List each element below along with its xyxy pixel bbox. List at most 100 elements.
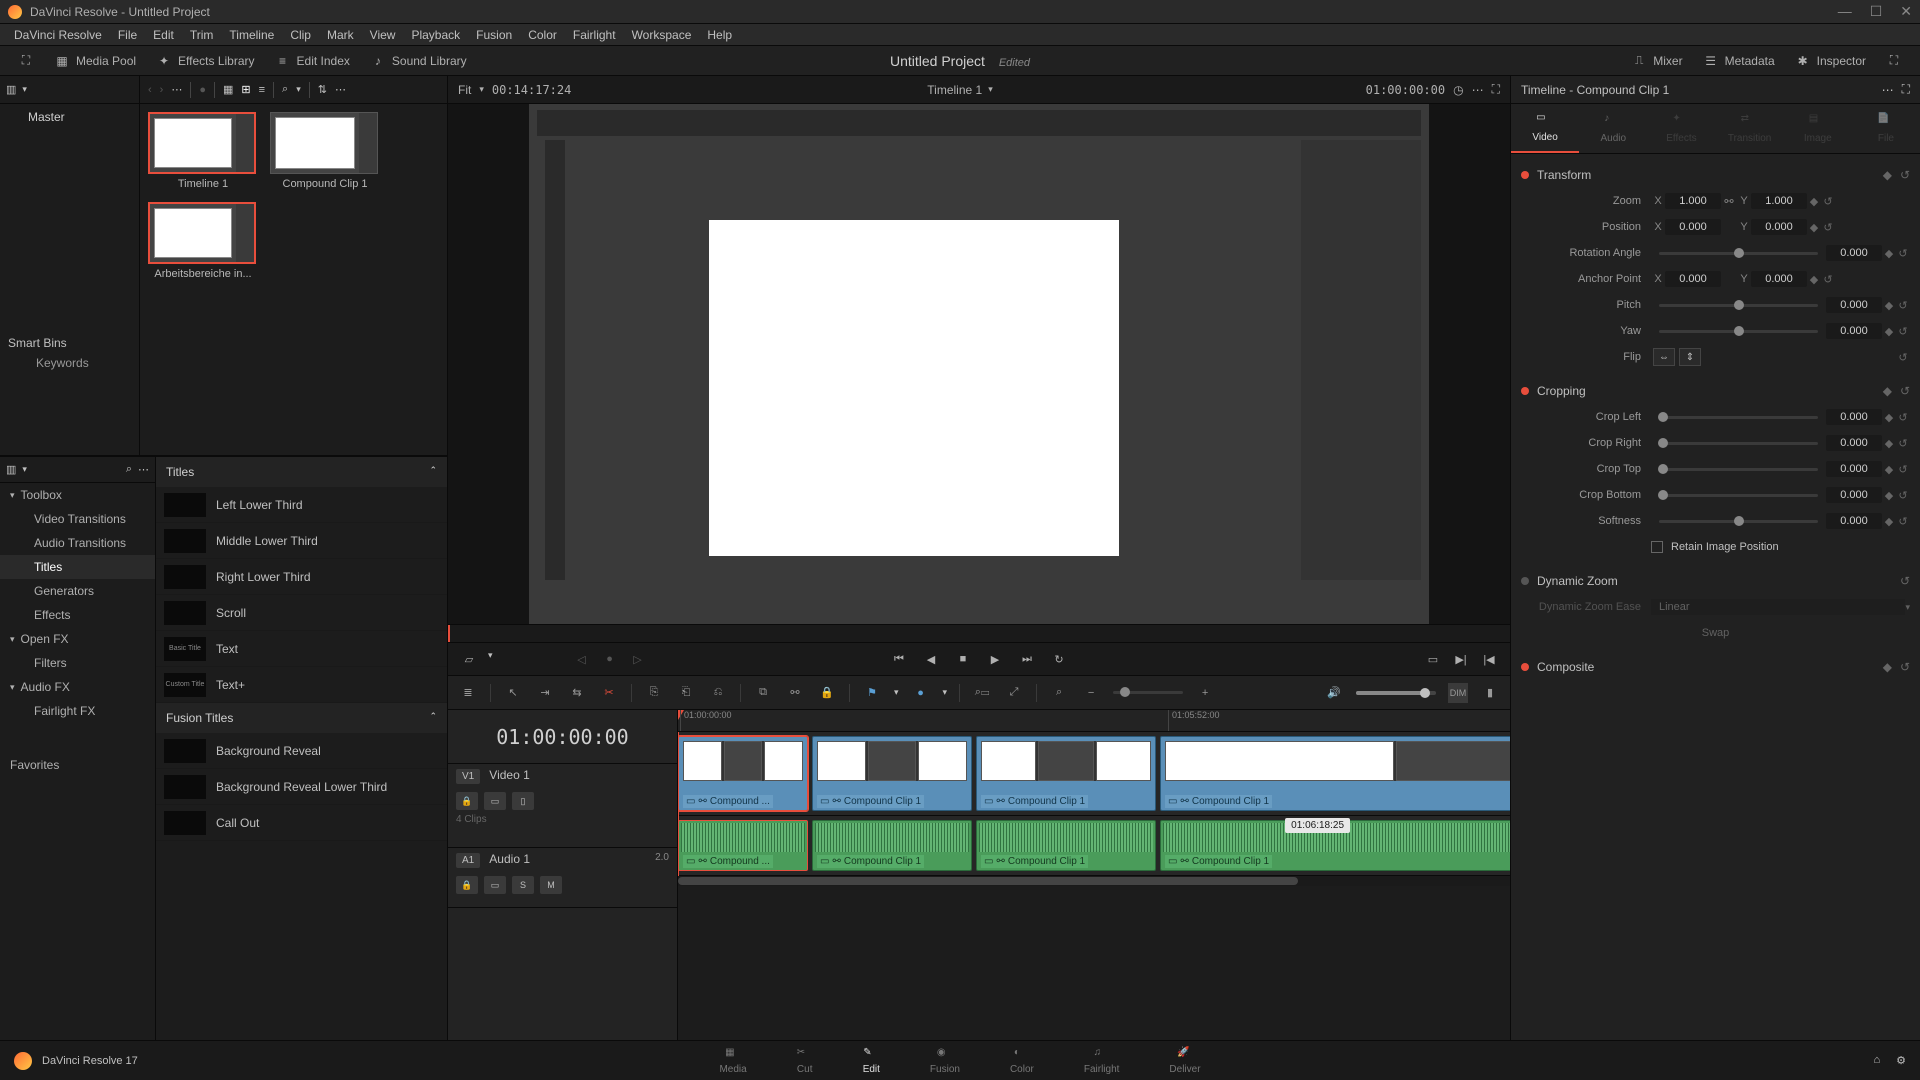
section-titles[interactable]: Titles⌃ [156,457,447,487]
title-preset[interactable]: Custom TitleText+ [156,667,447,703]
pitch-reset[interactable]: ↺ [1896,299,1910,312]
mute-toggle[interactable]: 🔊 [1324,683,1344,703]
audio-solo[interactable]: S [512,876,534,894]
media-clip[interactable]: Timeline 1 [148,112,258,190]
view-metadata-icon[interactable]: ▦ [223,83,233,96]
anchor-reset[interactable]: ↺ [1821,273,1835,286]
track-area[interactable]: 01:00:00:00 01:05:52:00 01:11:44:00 ▭⚯Co… [678,710,1510,1040]
tab-image[interactable]: ▤Image [1784,104,1852,153]
dynamic-trim-tool[interactable]: ⇆ [567,683,587,703]
viewer-expand-icon[interactable]: ⛶ [1492,82,1500,97]
transform-header[interactable]: Transform◆↺ [1521,162,1910,188]
menu-workspace[interactable]: Workspace [624,28,700,42]
rotation-slider[interactable] [1659,252,1818,255]
page-fusion[interactable]: ◉Fusion [930,1047,960,1075]
anchor-y-value[interactable]: 0.000 [1751,271,1807,287]
rotation-value[interactable]: 0.000 [1826,245,1882,261]
prev-frame-button[interactable]: ◀ [922,650,940,668]
options-icon[interactable]: ⋯ [171,83,182,96]
crop-right-slider[interactable] [1659,442,1818,445]
viewer-timeline-name[interactable]: Timeline 1 [927,83,982,97]
nav-fwd[interactable]: › [160,84,164,96]
minimize-button[interactable]: — [1838,3,1852,20]
video-clip[interactable]: ▭⚯Compound Clip 1 [1160,736,1510,811]
media-pool-toggle[interactable]: ▦Media Pool [44,53,146,69]
menu-playback[interactable]: Playback [403,28,468,42]
nav-back[interactable]: ‹ [148,84,152,96]
tab-effects[interactable]: ✦Effects [1647,104,1715,153]
effects-library-toggle[interactable]: ✦Effects Library [146,53,264,69]
first-frame-button[interactable]: ⏮ [890,650,908,668]
flip-h-button[interactable]: ⇔ [1653,348,1675,366]
yaw-keyframe[interactable]: ◆ [1882,325,1896,338]
tree-openfx[interactable]: ▾Open FX [0,627,155,651]
pos-keyframe[interactable]: ◆ [1807,221,1821,234]
zoom-minus[interactable]: − [1081,683,1101,703]
smart-bins-header[interactable]: Smart Bins [8,336,131,350]
close-button[interactable]: ✕ [1900,3,1912,20]
eff-view-icon[interactable]: ▥ [6,463,16,476]
viewer-mode-icon[interactable]: ◷ [1453,83,1463,97]
page-deliver[interactable]: 🚀Deliver [1169,1047,1200,1075]
transform-overlay-icon[interactable]: ▱ [460,650,478,668]
pos-y-value[interactable]: 0.000 [1751,219,1807,235]
zoom-reset[interactable]: ↺ [1821,195,1835,208]
maximize-button[interactable]: ☐ [1870,3,1883,20]
composite-header[interactable]: Composite◆↺ [1521,654,1910,680]
jog-icon[interactable]: ● [601,650,619,668]
stop-button[interactable]: ■ [954,650,972,668]
go-in-icon[interactable]: ▶| [1452,650,1470,668]
pitch-keyframe[interactable]: ◆ [1882,299,1896,312]
cropping-header[interactable]: Cropping◆↺ [1521,378,1910,404]
timeline-view-options[interactable]: ≣ [458,683,478,703]
menu-edit[interactable]: Edit [145,28,182,42]
record-icon[interactable]: ● [199,84,206,96]
audio-mute[interactable]: M [540,876,562,894]
edit-index-toggle[interactable]: ≡Edit Index [265,53,360,69]
menu-clip[interactable]: Clip [282,28,319,42]
section-fusion-titles[interactable]: Fusion Titles⌃ [156,703,447,733]
tree-video-transitions[interactable]: Video Transitions [0,507,155,531]
viewer-timeline-dropdown[interactable]: ▾ [988,84,993,95]
audio-track-lane[interactable]: 01:06:18:25 ▭⚯Compound ...▭⚯Compound Cli… [678,816,1510,876]
search-icon[interactable]: ⌕ [282,83,288,96]
tree-fairlightfx[interactable]: Fairlight FX [0,699,155,723]
menu-fairlight[interactable]: Fairlight [565,28,624,42]
softness-value[interactable]: 0.000 [1826,513,1882,529]
zoom-y-value[interactable]: 1.000 [1751,193,1807,209]
title-preset[interactable]: Middle Lower Third [156,523,447,559]
fusion-title-preset[interactable]: Call Out [156,805,447,841]
title-preset[interactable]: Scroll [156,595,447,631]
tree-effects[interactable]: Effects [0,603,155,627]
menu-help[interactable]: Help [699,28,740,42]
view-thumb-icon[interactable]: ⊞ [241,83,250,96]
fullscreen-button[interactable]: ⛶ [1876,53,1912,69]
page-edit[interactable]: ✎Edit [863,1047,880,1075]
retain-checkbox[interactable] [1651,541,1663,553]
menu-color[interactable]: Color [520,28,565,42]
inspector-expand[interactable]: ⛶ [1902,82,1910,97]
timeline-scrollbar[interactable] [678,876,1510,886]
viewer-options-icon[interactable]: ⋯ [1472,83,1484,97]
expand-button[interactable]: ⛶ [8,53,44,69]
audio-track-header[interactable]: A1 Audio 1 2.0 🔒 ▭ S M [448,848,677,908]
page-color[interactable]: ◐Color [1010,1047,1034,1075]
zoom-plus[interactable]: + [1195,683,1215,703]
tab-transition[interactable]: ⇄Transition [1716,104,1784,153]
dim-button[interactable]: DIM [1448,683,1468,703]
bin-view-icon[interactable]: ▥ [6,83,16,96]
crop-reset-all[interactable]: ↺ [1900,384,1910,398]
menu-fusion[interactable]: Fusion [468,28,520,42]
tree-titles[interactable]: Titles [0,555,155,579]
viewer-timecode-right[interactable]: 01:00:00:00 [1366,83,1445,97]
menu-view[interactable]: View [362,28,404,42]
trim-tool[interactable]: ⇥ [535,683,555,703]
zoom-to-fit[interactable]: ⤢ [1004,683,1024,703]
snapping-toggle[interactable]: ⧉ [753,683,773,703]
pitch-value[interactable]: 0.000 [1826,297,1882,313]
menu-davinci[interactable]: DaVinci Resolve [6,28,110,42]
tab-file[interactable]: 📄File [1852,104,1920,153]
crop-top-value[interactable]: 0.000 [1826,461,1882,477]
media-clip[interactable]: Arbeitsbereiche in... [148,202,258,280]
page-media[interactable]: ▦Media [719,1047,746,1075]
